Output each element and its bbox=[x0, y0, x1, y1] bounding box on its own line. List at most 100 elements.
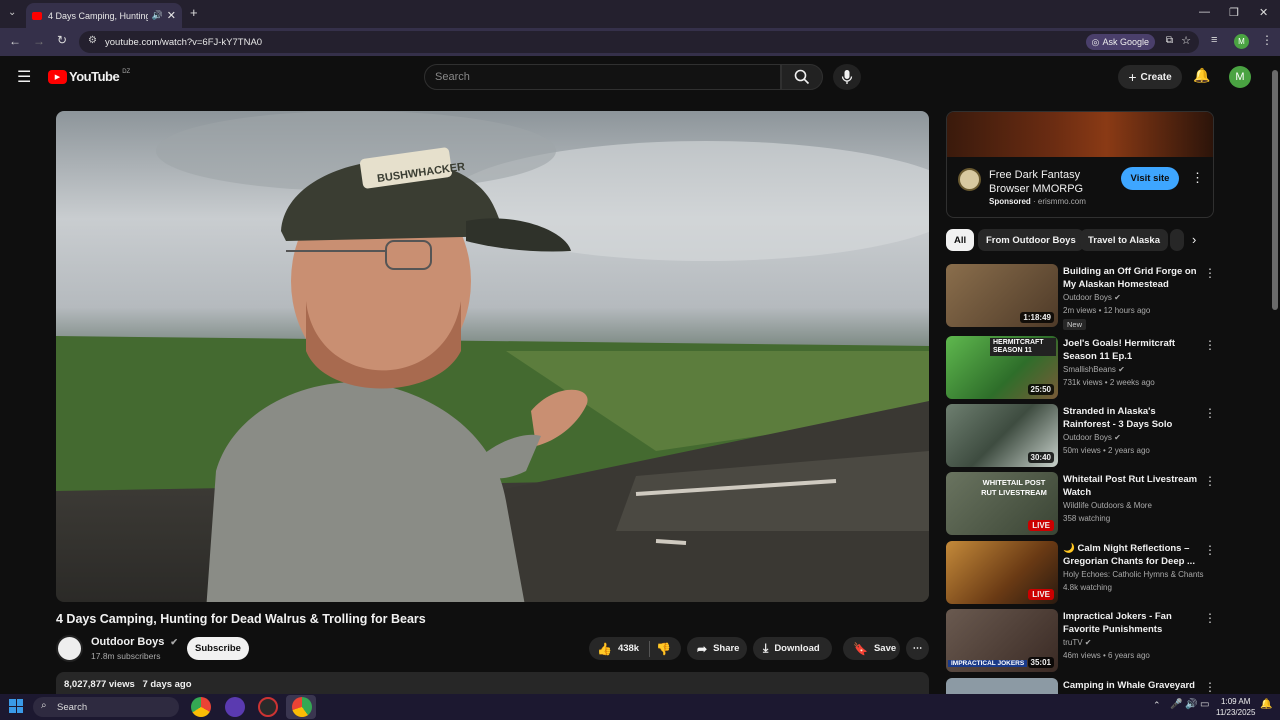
chevron-right-icon[interactable]: › bbox=[1192, 232, 1196, 247]
video-title: 4 Days Camping, Hunting for Dead Walrus … bbox=[56, 612, 426, 626]
rec-more-icon[interactable]: ⋮ bbox=[1204, 543, 1216, 557]
chrome-app-icon[interactable] bbox=[191, 697, 211, 717]
bookmark-star-icon[interactable]: ☆ bbox=[1181, 34, 1191, 47]
list-item[interactable]: WHITETAIL POST RUT LIVESTREAM LIVE White… bbox=[946, 472, 1216, 536]
app-icon[interactable] bbox=[258, 697, 278, 717]
page-scrollbar[interactable] bbox=[1270, 58, 1280, 692]
thumbs-down-icon[interactable]: 👎 bbox=[656, 642, 671, 656]
description-box[interactable]: 8,027,877 views 7 days ago bbox=[56, 672, 929, 694]
chip-all[interactable]: All bbox=[946, 229, 975, 251]
rec-channel: Wildlife Outdoors & More bbox=[1063, 501, 1152, 510]
clock-time: 1:09 AM bbox=[1221, 697, 1251, 706]
rec-more-icon[interactable]: ⋮ bbox=[1204, 406, 1216, 420]
reload-icon[interactable]: ↻ bbox=[57, 33, 67, 47]
rec-more-icon[interactable]: ⋮ bbox=[1204, 338, 1216, 352]
subscribe-button[interactable]: Subscribe bbox=[187, 637, 249, 660]
microphone-icon bbox=[841, 70, 853, 84]
chip-travel-to-alaska[interactable]: Travel to Alaska bbox=[1080, 229, 1168, 251]
thumbs-up-icon[interactable]: 👍 bbox=[597, 642, 612, 656]
notifications-bell-icon[interactable]: 🔔 bbox=[1193, 67, 1210, 84]
video-thumbnail[interactable]: WHITETAIL POST RUT LIVESTREAM LIVE bbox=[946, 472, 1058, 535]
video-player[interactable]: BUSHWHACKER bbox=[56, 111, 929, 602]
video-thumbnail[interactable]: 1:18:49 bbox=[946, 264, 1058, 327]
taskbar-search-icon: ⌕ bbox=[41, 700, 47, 711]
video-thumbnail[interactable] bbox=[946, 678, 1058, 694]
volume-tray-icon[interactable]: 🔊 bbox=[1185, 699, 1197, 710]
rec-more-icon[interactable]: ⋮ bbox=[1204, 266, 1216, 280]
visit-site-button[interactable]: Visit site bbox=[1121, 167, 1179, 190]
rec-more-icon[interactable]: ⋮ bbox=[1204, 680, 1214, 694]
list-item[interactable]: LIVE 🌙 Calm Night Reflections – Gregoria… bbox=[946, 541, 1216, 605]
restore-icon[interactable]: ❐ bbox=[1229, 6, 1239, 19]
forward-icon[interactable]: → bbox=[33, 34, 45, 48]
rec-title[interactable]: Stranded in Alaska's Rainforest - 3 Days… bbox=[1063, 405, 1201, 431]
download-button[interactable]: ⤓ Download bbox=[753, 637, 832, 660]
sponsored-ad[interactable]: Free Dark Fantasy Browser MMORPG Sponsor… bbox=[946, 111, 1214, 218]
profile-avatar[interactable]: M bbox=[1234, 34, 1249, 49]
speaker-icon[interactable]: 🔊 bbox=[152, 10, 163, 21]
scrollbar-thumb[interactable] bbox=[1272, 70, 1278, 310]
app-icon[interactable] bbox=[225, 697, 245, 717]
chrome-profile-app-icon[interactable] bbox=[292, 697, 312, 717]
youtube-play-logo-icon: ▶ bbox=[48, 69, 67, 84]
video-thumbnail[interactable]: IMPRACTICAL JOKERS 35:01 bbox=[946, 609, 1058, 672]
account-avatar[interactable]: M bbox=[1229, 66, 1251, 88]
video-thumbnail[interactable]: 30:40 bbox=[946, 404, 1058, 467]
rec-more-icon[interactable]: ⋮ bbox=[1204, 474, 1216, 488]
tab-close-icon[interactable]: ✕ bbox=[167, 9, 176, 22]
video-thumbnail[interactable]: LIVE bbox=[946, 541, 1058, 604]
tab-search-icon[interactable]: ⌄ bbox=[8, 7, 16, 18]
list-item[interactable]: HERMITCRAFT SEASON 11 25:50 Joel's Goals… bbox=[946, 336, 1216, 400]
channel-name[interactable]: Outdoor Boys ✔ bbox=[91, 636, 178, 648]
video-thumbnail[interactable]: HERMITCRAFT SEASON 11 25:50 bbox=[946, 336, 1058, 399]
rec-title[interactable]: 🌙 Calm Night Reflections – Gregorian Cha… bbox=[1063, 542, 1201, 568]
like-count[interactable]: 438k bbox=[618, 643, 639, 654]
rec-channel-name: SmallishBeans bbox=[1063, 365, 1116, 374]
site-info-icon[interactable]: ⚙ bbox=[88, 35, 97, 46]
rec-title[interactable]: Whitetail Post Rut Livestream Watch bbox=[1063, 473, 1201, 499]
ad-more-icon[interactable]: ⋮ bbox=[1191, 170, 1204, 186]
address-bar[interactable]: ⚙ youtube.com/watch?v=6FJ-kY7TNA0 ◎ Ask … bbox=[79, 31, 1199, 53]
share-button[interactable]: ➦ Share bbox=[687, 637, 747, 660]
channel-avatar[interactable] bbox=[56, 635, 83, 662]
rec-title[interactable]: Camping in Whale Graveyard & bbox=[1063, 679, 1201, 694]
create-button[interactable]: + Create bbox=[1118, 65, 1182, 89]
search-button[interactable] bbox=[781, 64, 823, 90]
list-item[interactable]: 1:18:49 Building an Off Grid Forge on My… bbox=[946, 264, 1216, 330]
list-item[interactable]: IMPRACTICAL JOKERS 35:01 Impractical Jok… bbox=[946, 609, 1216, 673]
new-tab-icon[interactable]: + bbox=[190, 5, 198, 20]
more-actions-button[interactable]: ⋯ bbox=[906, 637, 929, 660]
browser-tab[interactable]: 4 Days Camping, Hunting F... 🔊 ✕ bbox=[26, 3, 182, 28]
reading-list-icon[interactable]: ≡ bbox=[1211, 34, 1217, 46]
ask-google-button[interactable]: ◎ Ask Google bbox=[1086, 34, 1155, 50]
rec-title[interactable]: Joel's Goals! Hermitcraft Season 11 Ep.1 bbox=[1063, 337, 1201, 363]
ad-banner-image[interactable] bbox=[947, 112, 1213, 157]
youtube-logo[interactable]: ▶ YouTube DZ bbox=[48, 69, 130, 84]
chip-from-outdoor-boys[interactable]: From Outdoor Boys bbox=[978, 229, 1084, 251]
network-tray-icon[interactable]: ▭ bbox=[1200, 699, 1209, 710]
rec-channel-name: Outdoor Boys bbox=[1063, 433, 1112, 442]
notification-center-icon[interactable]: 🔔 bbox=[1260, 699, 1272, 710]
tray-chevron-icon[interactable]: ⌃ bbox=[1153, 700, 1161, 711]
rec-more-icon[interactable]: ⋮ bbox=[1204, 611, 1216, 625]
browser-menu-icon[interactable]: ⋮ bbox=[1261, 33, 1273, 47]
chip-partial[interactable] bbox=[1170, 229, 1184, 251]
voice-search-button[interactable] bbox=[833, 64, 861, 90]
taskbar-clock[interactable]: 1:09 AM 11/23/2025 bbox=[1216, 696, 1255, 718]
windows-start-icon[interactable] bbox=[9, 699, 23, 713]
back-icon[interactable]: ← bbox=[9, 34, 21, 48]
hamburger-menu-icon[interactable]: ☰ bbox=[17, 67, 31, 87]
install-app-icon[interactable]: ⧉ bbox=[1166, 35, 1173, 46]
minimize-icon[interactable]: — bbox=[1199, 6, 1210, 18]
taskbar-search[interactable]: ⌕ Search bbox=[33, 697, 179, 717]
microphone-tray-icon[interactable]: 🎤 bbox=[1170, 699, 1182, 710]
rec-title[interactable]: Building an Off Grid Forge on My Alaskan… bbox=[1063, 265, 1201, 291]
close-window-icon[interactable]: ✕ bbox=[1259, 6, 1268, 19]
rec-title[interactable]: Impractical Jokers - Fan Favorite Punish… bbox=[1063, 610, 1201, 636]
save-button[interactable]: 🔖 Save bbox=[843, 637, 900, 660]
search-input[interactable]: Search bbox=[424, 64, 781, 90]
list-item[interactable]: 30:40 Stranded in Alaska's Rainforest - … bbox=[946, 404, 1216, 468]
ad-title[interactable]: Free Dark Fantasy Browser MMORPG bbox=[989, 168, 1109, 196]
list-item[interactable]: Camping in Whale Graveyard & ⋮ bbox=[946, 678, 1214, 694]
thumb-overlay-text: IMPRACTICAL JOKERS bbox=[948, 660, 1028, 667]
